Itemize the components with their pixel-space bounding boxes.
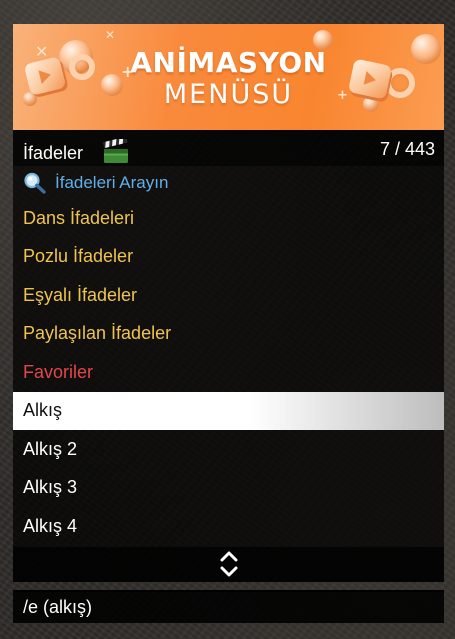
- scroll-indicator[interactable]: [13, 545, 444, 582]
- search-emotes-label: İfadeleri Arayın: [55, 172, 169, 192]
- menu-banner: ✕ + ✕ + ANİMASYON MENÜSÜ: [13, 24, 444, 130]
- clapperboard-icon: [102, 139, 128, 163]
- category-label: Pozlu İfadeler: [23, 246, 134, 267]
- menu-item[interactable]: Alkış 2: [13, 430, 444, 469]
- menu-item-label: Alkış 2: [23, 438, 78, 459]
- category-item-dance[interactable]: Dans İfadeleri: [13, 199, 444, 238]
- category-label: Eşyalı İfadeler: [23, 284, 138, 305]
- menu-item-label: Alkış 3: [23, 477, 78, 498]
- category-item-prop[interactable]: Eşyalı İfadeler: [13, 276, 444, 315]
- command-description: /e (alkış): [13, 589, 444, 623]
- command-text: /e (alkış): [23, 596, 93, 617]
- menu-title: İfadeler: [23, 143, 84, 163]
- footer-gap: [13, 582, 444, 590]
- menu-item-label: Alkış 4: [23, 515, 78, 536]
- category-item-shared[interactable]: Paylaşılan İfadeler: [13, 314, 444, 353]
- menu-item-label: Alkış: [23, 400, 63, 421]
- up-down-chevron-icon: [220, 551, 237, 577]
- menu-item[interactable]: Alkış 4: [13, 507, 444, 546]
- banner-title: ANİMASYON: [130, 46, 327, 79]
- animation-menu: İfadeler 7 / 443 İfadeleri Arayın Dans İ…: [13, 130, 444, 623]
- favorites-label: Favoriler: [23, 361, 94, 382]
- menu-counter: 7 / 443: [379, 139, 435, 159]
- search-emotes-item[interactable]: İfadeleri Arayın: [13, 166, 444, 199]
- plus-decoration: ✕: [105, 28, 116, 42]
- category-label: Dans İfadeleri: [23, 207, 135, 228]
- banner-subtitle: MENÜSÜ: [163, 79, 294, 110]
- magnifier-icon: [24, 172, 46, 194]
- menu-item[interactable]: Alkış 3: [13, 468, 444, 507]
- favorites-item[interactable]: Favoriler: [13, 353, 444, 392]
- category-label: Paylaşılan İfadeler: [23, 323, 172, 344]
- menu-item-selected[interactable]: Alkış: [13, 391, 444, 430]
- menu-header: İfadeler 7 / 443: [13, 130, 444, 166]
- category-item-pose[interactable]: Pozlu İfadeler: [13, 237, 444, 276]
